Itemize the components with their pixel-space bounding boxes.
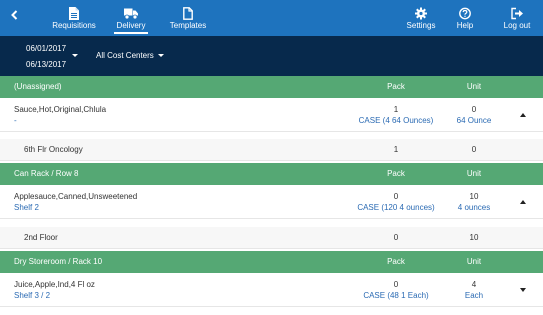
back-button[interactable]	[8, 8, 22, 22]
document-icon	[69, 7, 79, 20]
date-from[interactable]: 06/01/2017	[26, 44, 66, 54]
pack-column-header: Pack	[387, 169, 405, 178]
chevron-left-icon	[11, 10, 18, 20]
pack-column-header: Pack	[387, 82, 405, 91]
sub-unit-qty: 10	[469, 233, 479, 242]
unit-column-header: Unit	[466, 82, 482, 91]
nav-settings[interactable]: Settings	[404, 0, 438, 36]
group-header: Can Rack / Row 8 Pack Unit	[0, 163, 543, 185]
item-unit-desc: 4 ounces	[457, 203, 491, 212]
item-row[interactable]: Applesauce,Canned,Unsweetened Shelf 2 0 …	[0, 185, 543, 219]
date-range-caret-icon[interactable]	[72, 54, 78, 57]
expand-toggle[interactable]	[518, 285, 528, 295]
filter-bar: 06/01/2017 06/13/2017 All Cost Centers	[0, 36, 543, 76]
nav-templates-label: Templates	[169, 21, 207, 30]
top-nav-bar: Requisitions Delivery Templates Settings…	[0, 0, 543, 36]
sub-pack-qty: 1	[393, 145, 399, 154]
caret-down-icon	[520, 288, 526, 292]
cost-center-label: All Cost Centers	[96, 51, 154, 60]
caret-up-icon	[520, 113, 526, 117]
cost-center-caret-icon	[157, 54, 164, 58]
sub-location-name: 2nd Floor	[24, 233, 58, 242]
unit-column-header: Unit	[466, 257, 482, 266]
item-row[interactable]: Juice,Apple,Ind,4 Fl oz Shelf 3 / 2 0 CA…	[0, 273, 543, 307]
date-to[interactable]: 06/13/2017	[26, 60, 66, 70]
nav-help-label: Help	[456, 21, 474, 30]
item-name: Juice,Apple,Ind,4 Fl oz	[14, 280, 95, 289]
caret-up-icon	[520, 200, 526, 204]
logout-icon	[511, 7, 523, 20]
group-name: (Unassigned)	[14, 82, 62, 91]
item-location: -	[14, 116, 17, 125]
sub-row: 6th Flr Oncology 1 0	[0, 139, 543, 161]
item-location: Shelf 2	[14, 203, 39, 212]
collapse-toggle[interactable]	[518, 197, 528, 207]
sub-location-name: 6th Flr Oncology	[24, 145, 83, 154]
gear-icon	[415, 7, 427, 20]
group-name: Can Rack / Row 8	[14, 169, 79, 178]
question-circle-icon	[459, 7, 471, 20]
item-unit-qty: 10	[469, 192, 479, 201]
item-location: Shelf 3 / 2	[14, 291, 51, 300]
group-header: Dry Storeroom / Rack 10 Pack Unit	[0, 251, 543, 273]
item-unit-qty: 4	[471, 280, 477, 289]
group-header: (Unassigned) Pack Unit	[0, 76, 543, 98]
sub-unit-qty: 0	[471, 145, 477, 154]
item-unit-desc: 64 Ounce	[456, 116, 492, 125]
nav-logout[interactable]: Log out	[500, 0, 534, 36]
truck-icon	[124, 8, 138, 20]
collapse-toggle[interactable]	[518, 110, 528, 120]
pack-column-header: Pack	[387, 257, 405, 266]
sub-row: 2nd Floor 0 10	[0, 227, 543, 249]
item-unit-desc: Each	[464, 291, 484, 300]
blank-document-icon	[183, 7, 193, 20]
nav-delivery-label: Delivery	[116, 21, 146, 30]
nav-logout-label: Log out	[503, 21, 531, 30]
unit-column-header: Unit	[466, 169, 482, 178]
nav-requisitions-label: Requisitions	[52, 21, 96, 30]
cost-center-dropdown[interactable]: All Cost Centers	[96, 51, 164, 61]
nav-delivery[interactable]: Delivery	[114, 0, 148, 36]
item-row[interactable]: Sauce,Hot,Original,Chlula - 1 CASE (4 64…	[0, 98, 543, 132]
sub-pack-qty: 0	[393, 233, 399, 242]
nav-templates[interactable]: Templates	[168, 0, 208, 36]
item-unit-qty: 0	[471, 105, 477, 114]
nav-requisitions[interactable]: Requisitions	[44, 0, 104, 36]
item-name: Applesauce,Canned,Unsweetened	[14, 192, 138, 201]
nav-help[interactable]: Help	[452, 0, 478, 36]
nav-settings-label: Settings	[406, 21, 436, 30]
item-name: Sauce,Hot,Original,Chlula	[14, 105, 107, 114]
group-name: Dry Storeroom / Rack 10	[14, 257, 103, 266]
